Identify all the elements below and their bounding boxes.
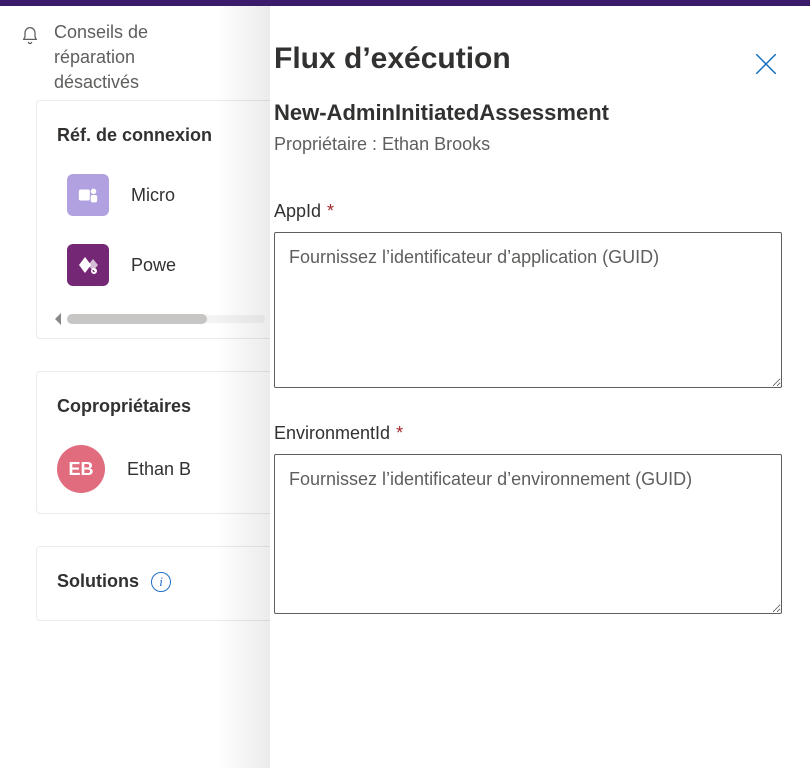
owner-line: Propriétaire : Ethan Brooks — [274, 134, 782, 155]
appid-input[interactable] — [274, 232, 782, 388]
notification-text: Conseils de réparation désactivés — [54, 20, 224, 96]
connection-label: Micro — [131, 185, 175, 206]
connection-label: Powe — [131, 255, 176, 276]
field-envid-label: EnvironmentId * — [274, 423, 782, 444]
connections-list: Micro Powe — [57, 174, 261, 286]
envid-input[interactable] — [274, 454, 782, 614]
label-text: AppId — [274, 201, 321, 221]
coowner-item[interactable]: EB Ethan B — [57, 445, 261, 493]
close-button[interactable] — [752, 50, 780, 78]
solutions-card: Solutions i — [36, 546, 282, 621]
required-asterisk: * — [396, 423, 403, 443]
details-column: Réf. de connexion Micro — [0, 100, 282, 621]
scrollbar-thumb[interactable] — [67, 314, 207, 324]
connections-title: Réf. de connexion — [57, 125, 261, 146]
connections-card: Réf. de connexion Micro — [36, 100, 282, 339]
coowner-name: Ethan B — [127, 459, 191, 480]
field-appid: AppId * — [274, 201, 782, 393]
solutions-title: Solutions — [57, 571, 139, 592]
coowners-title: Copropriétaires — [57, 396, 261, 417]
coowners-card: Copropriétaires EB Ethan B — [36, 371, 282, 514]
bell-icon — [20, 26, 40, 46]
avatar: EB — [57, 445, 105, 493]
teams-icon — [67, 174, 109, 216]
run-flow-panel: Flux d’exécution New-AdminInitiatedAsses… — [270, 6, 810, 768]
horizontal-scrollbar[interactable] — [53, 314, 265, 324]
info-icon[interactable]: i — [151, 572, 171, 592]
field-envid: EnvironmentId * — [274, 423, 782, 619]
label-text: EnvironmentId — [274, 423, 390, 443]
connection-item-power[interactable]: Powe — [67, 244, 261, 286]
chevron-left-icon[interactable] — [53, 312, 63, 326]
required-asterisk: * — [327, 201, 334, 221]
field-appid-label: AppId * — [274, 201, 782, 222]
panel-title: Flux d’exécution — [274, 42, 782, 76]
connection-item-teams[interactable]: Micro — [67, 174, 261, 216]
flow-name: New-AdminInitiatedAssessment — [274, 100, 782, 126]
power-icon — [67, 244, 109, 286]
